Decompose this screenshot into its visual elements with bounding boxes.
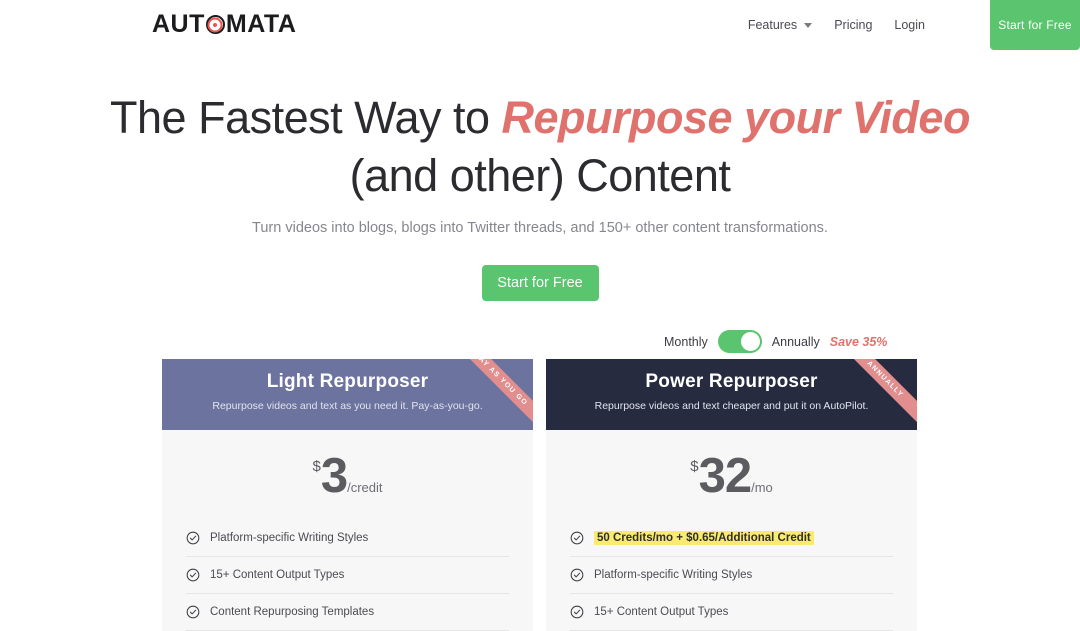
hero-title-line2: (and other) Content [349, 150, 731, 201]
chevron-down-icon [804, 22, 813, 28]
billing-annually-label[interactable]: Annually [772, 335, 820, 349]
list-item: 50 Credits/mo + $0.65/Additional Credit [570, 520, 893, 557]
circle-check-icon [186, 531, 200, 545]
logo-text-after: MATA [225, 10, 297, 38]
feature-label: Platform-specific Writing Styles [210, 532, 369, 544]
toggle-knob [740, 332, 760, 351]
card-header: Light Repurposer Repurpose videos and te… [162, 359, 533, 430]
hero-subtitle: Turn videos into blogs, blogs into Twitt… [252, 220, 828, 236]
price-amount: 32 [698, 449, 753, 503]
list-item: Platform-specific Writing Styles [186, 520, 509, 557]
feature-label: 50 Credits/mo + $0.65/Additional Credit [594, 531, 814, 545]
price-unit: /credit [347, 480, 383, 495]
card-title: Light Repurposer [266, 371, 429, 392]
billing-monthly-label[interactable]: Monthly [664, 335, 708, 349]
hero-title-part1: The Fastest Way to [110, 92, 502, 143]
card-header: Power Repurposer Repurpose videos and te… [546, 359, 917, 430]
list-item: 15+ Content Output Types [186, 557, 509, 594]
pricing-cards-row: Light Repurposer Repurpose videos and te… [162, 359, 917, 631]
list-item: Platform-specific Writing Styles [570, 557, 893, 594]
pricing-card-power-repurposer: Power Repurposer Repurpose videos and te… [546, 359, 917, 631]
circle-check-icon [186, 568, 200, 582]
price-currency: $ [690, 458, 699, 475]
list-item: Content Repurposing Templates [186, 594, 509, 631]
main-navigation: Features Pricing Login [748, 18, 925, 32]
billing-period-toggle: Monthly Annually Save 35% [664, 330, 887, 353]
card-feature-list: Platform-specific Writing Styles 15+ Con… [162, 520, 533, 631]
card-subtitle: Repurpose videos and text cheaper and pu… [594, 400, 869, 412]
card-body: $3/credit Platform-specific Writing Styl… [162, 430, 533, 631]
nav-item-features-label: Features [747, 18, 798, 32]
feature-label: Platform-specific Writing Styles [594, 569, 753, 581]
card-title: Power Repurposer [645, 371, 818, 392]
target-icon [205, 15, 225, 34]
card-corner-ribbon: PAY AS YOU GO [449, 359, 533, 430]
price-amount: 3 [320, 449, 348, 503]
brand-logo[interactable]: AUT MATA [152, 12, 296, 37]
card-price: $3/credit [162, 430, 533, 520]
site-header: AUT MATA Features Pricing Login Start for… [0, 0, 1080, 52]
circle-check-icon [570, 605, 584, 619]
price-currency: $ [312, 458, 321, 475]
circle-check-icon [570, 568, 584, 582]
header-start-for-free-button[interactable]: Start for Free [990, 0, 1080, 50]
billing-toggle-switch[interactable] [717, 330, 762, 353]
nav-item-features[interactable]: Features [747, 18, 813, 32]
card-body: $32/mo 50 Credits/mo + $0.65/Additional … [546, 430, 917, 631]
card-corner-ribbon: ANNUALLY [833, 359, 917, 430]
pricing-card-light-repurposer: Light Repurposer Repurpose videos and te… [162, 359, 533, 631]
card-price: $32/mo [546, 430, 917, 520]
hero-section: The Fastest Way to Repurpose your Video … [0, 52, 1080, 301]
feature-label: 15+ Content Output Types [210, 569, 345, 581]
page-title: The Fastest Way to Repurpose your Video … [0, 95, 1080, 198]
circle-check-icon [570, 531, 584, 545]
list-item: 15+ Content Output Types [570, 594, 893, 631]
price-unit: /mo [751, 480, 773, 495]
nav-item-pricing[interactable]: Pricing [834, 18, 872, 32]
hero-start-for-free-button[interactable]: Start for Free [481, 265, 599, 301]
save-badge: Save 35% [829, 334, 888, 349]
nav-item-login[interactable]: Login [894, 18, 925, 32]
card-feature-list: 50 Credits/mo + $0.65/Additional Credit … [546, 520, 917, 631]
circle-check-icon [186, 605, 200, 619]
logo-text-before: AUT [152, 10, 205, 38]
hero-title-accent: Repurpose your Video [501, 92, 971, 143]
card-subtitle: Repurpose videos and text as you need it… [212, 400, 483, 412]
